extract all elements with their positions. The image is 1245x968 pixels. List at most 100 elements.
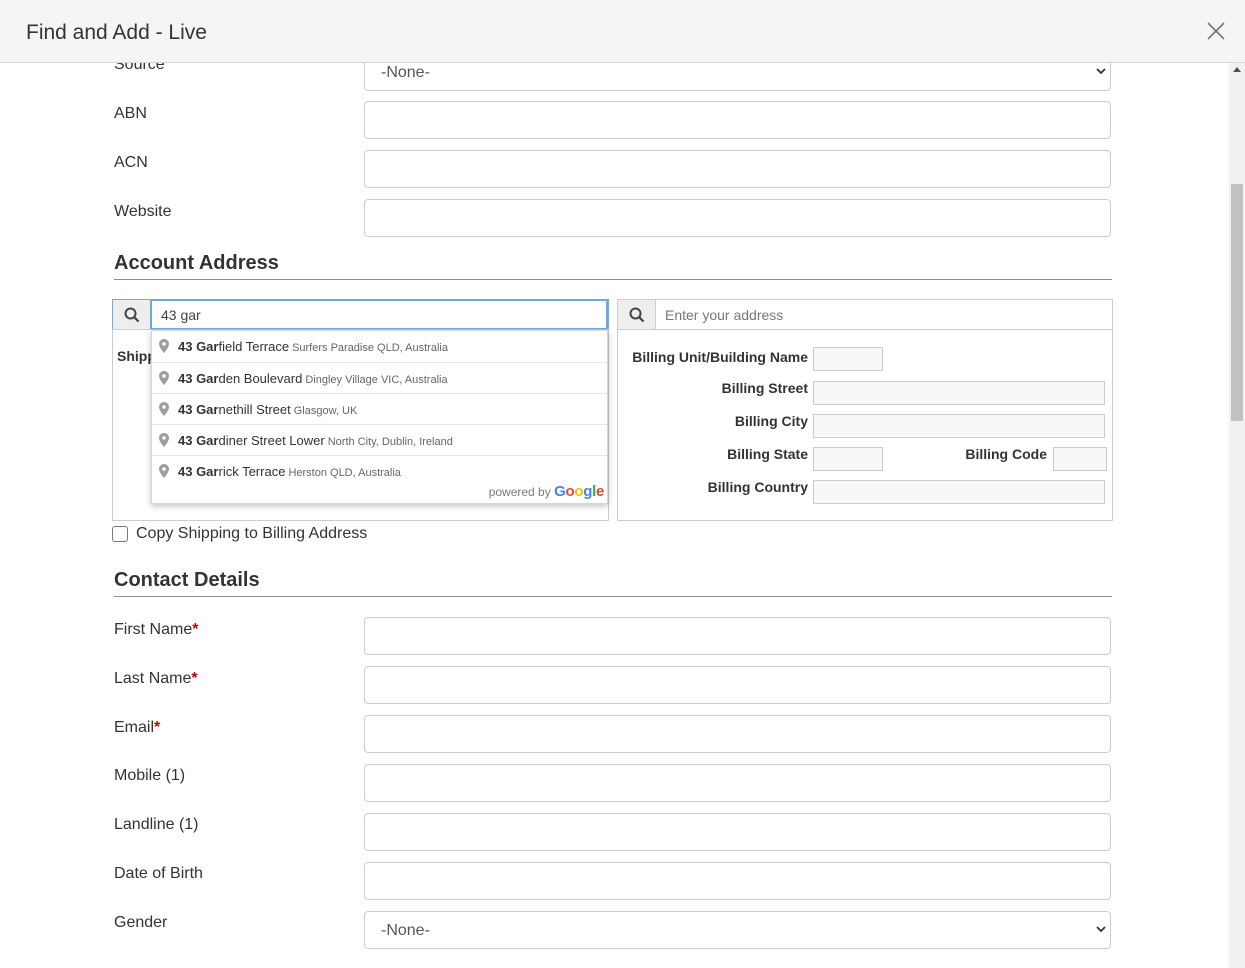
field-label: Source	[114, 63, 165, 73]
billing-code-label: Billing Code	[965, 446, 1047, 462]
search-icon	[629, 307, 645, 323]
email-input[interactable]	[364, 715, 1111, 753]
address-suggestion[interactable]: 43 Garden Boulevard Dingley Village VIC, …	[152, 362, 607, 393]
mobile-input[interactable]	[364, 764, 1111, 802]
required-marker: *	[192, 621, 199, 638]
billing-street-input[interactable]	[813, 381, 1105, 405]
suggestion-rest: rick Terrace	[218, 464, 286, 479]
field-label: Website	[114, 203, 172, 220]
billing-country-label: Billing Country	[707, 479, 808, 495]
billing-address-panel: Billing Unit/Building Name Billing Stree…	[617, 329, 1113, 521]
search-button[interactable]	[113, 300, 151, 329]
field-row-website: Website	[114, 199, 1111, 237]
required-marker: *	[154, 719, 161, 736]
address-suggestion[interactable]: 43 Garfield Terrace Surfers Paradise QLD,…	[152, 331, 607, 362]
field-label: ACN	[114, 154, 148, 171]
billing-city-label: Billing City	[734, 413, 808, 429]
close-button[interactable]	[1205, 20, 1227, 42]
suggestion-match: 43 Gar	[178, 371, 219, 386]
address-suggestion[interactable]: 43 Garnethill Street Glasgow, UK	[152, 393, 607, 424]
suggestion-secondary: Dingley Village VIC, Australia	[305, 374, 448, 386]
field-label: Last Name*	[114, 670, 198, 688]
field-label-text: First Name	[114, 621, 193, 638]
field-row-last-name: Last Name*	[114, 666, 1111, 704]
gender-select[interactable]: -None-	[364, 911, 1111, 949]
shipping-address-search	[112, 299, 609, 330]
field-row-email: Email*	[114, 715, 1111, 753]
billing-unit-label: Billing Unit/Building Name	[632, 349, 808, 365]
field-label-text: Last Name	[114, 670, 192, 687]
suggestion-match: 43 Gar	[178, 402, 219, 417]
modal-header: Find and Add - Live	[0, 0, 1245, 63]
suggestion-secondary: Herston QLD, Australia	[288, 467, 401, 479]
field-label: Mobile (1)	[114, 767, 186, 784]
copy-shipping-label: Copy Shipping to Billing Address	[136, 525, 368, 542]
suggestion-text: 43 Garden Boulevard Dingley Village VIC, …	[178, 371, 448, 386]
suggestion-text: 43 Garfield Terrace Surfers Paradise QLD,…	[178, 339, 448, 354]
billing-country-input[interactable]	[813, 480, 1105, 504]
field-row-first-name: First Name*	[114, 617, 1111, 655]
billing-state-input[interactable]	[813, 447, 883, 471]
google-letter: g	[583, 483, 593, 500]
modal-body[interactable]: Source -None- ABN ACN Website Account Ad…	[0, 63, 1229, 968]
close-icon	[1207, 22, 1225, 40]
google-letter: o	[574, 483, 584, 500]
suggestion-text: 43 Gardiner Street Lower North City, Dubl…	[178, 433, 453, 448]
date-of-birth-input[interactable]	[364, 862, 1111, 900]
billing-code-input[interactable]	[1053, 447, 1107, 471]
section-heading-contact-details: Contact Details	[114, 569, 1112, 597]
google-letter: G	[554, 483, 566, 500]
field-label: Landline (1)	[114, 816, 199, 833]
last-name-input[interactable]	[364, 666, 1111, 704]
search-button[interactable]	[618, 300, 656, 329]
scroll-up-arrow-icon[interactable]	[1233, 67, 1241, 72]
field-label-text: Email	[114, 719, 155, 736]
map-pin-icon	[159, 402, 169, 416]
field-label: Email*	[114, 719, 160, 737]
suggestion-text: 43 Garrick Terrace Herston QLD, Australia	[178, 464, 401, 479]
suggestion-match: 43 Gar	[178, 433, 219, 448]
landline-input[interactable]	[364, 813, 1111, 851]
map-pin-icon	[159, 339, 169, 353]
field-label: Gender	[114, 914, 168, 931]
powered-by-text: powered by	[488, 485, 551, 499]
address-suggestions-dropdown: 43 Garfield Terrace Surfers Paradise QLD,…	[151, 330, 608, 504]
field-row-acn: ACN	[114, 150, 1111, 188]
modal-title: Find and Add - Live	[26, 21, 207, 44]
suggestion-secondary: Glasgow, UK	[293, 405, 358, 417]
field-row-mobile: Mobile (1)	[114, 764, 1111, 802]
scrollbar[interactable]	[1229, 63, 1245, 968]
billing-state-label: Billing State	[727, 446, 808, 462]
field-label: ABN	[114, 105, 147, 122]
field-row-gender: Gender -None-	[114, 911, 1111, 949]
map-pin-icon	[159, 371, 169, 385]
shipping-search-input[interactable]	[150, 299, 608, 330]
suggestion-text: 43 Garnethill Street Glasgow, UK	[178, 402, 357, 417]
field-row-landline: Landline (1)	[114, 813, 1111, 851]
address-suggestion[interactable]: 43 Gardiner Street Lower North City, Dubl…	[152, 424, 607, 455]
suggestion-rest: diner Street Lower	[218, 433, 325, 448]
acn-input[interactable]	[364, 150, 1111, 188]
billing-unit-input[interactable]	[813, 347, 883, 371]
suggestion-rest: field Terrace	[218, 339, 290, 354]
website-input[interactable]	[364, 199, 1111, 237]
source-select[interactable]: -None-	[364, 63, 1111, 91]
billing-city-input[interactable]	[813, 414, 1105, 438]
powered-by-google: powered by Google	[488, 483, 605, 500]
search-icon	[124, 307, 140, 323]
map-pin-icon	[159, 464, 169, 478]
abn-input[interactable]	[364, 101, 1111, 139]
suggestion-match: 43 Gar	[178, 464, 219, 479]
address-suggestion[interactable]: 43 Garrick Terrace Herston QLD, Australia	[152, 455, 607, 486]
google-logo: Google	[554, 483, 604, 500]
scrollbar-thumb[interactable]	[1231, 184, 1243, 421]
suggestion-secondary: Surfers Paradise QLD, Australia	[292, 342, 448, 354]
billing-search-input[interactable]	[656, 300, 1112, 329]
suggestion-rest: den Boulevard	[218, 371, 303, 386]
copy-shipping-checkbox[interactable]	[112, 526, 128, 542]
suggestion-rest: nethill Street	[218, 402, 291, 417]
billing-address-search	[617, 299, 1113, 330]
suggestion-match: 43 Gar	[178, 339, 219, 354]
first-name-input[interactable]	[364, 617, 1111, 655]
section-heading-account-address: Account Address	[114, 252, 1112, 280]
